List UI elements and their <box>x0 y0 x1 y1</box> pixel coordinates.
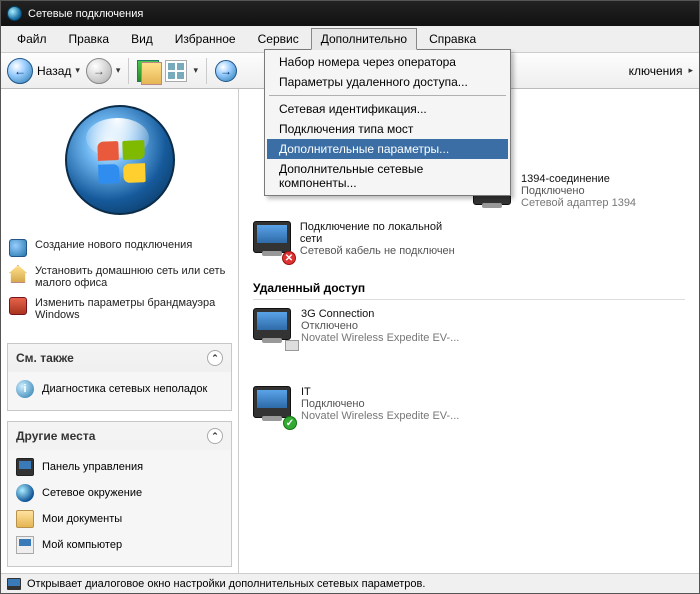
place-my-documents[interactable]: Мои документы <box>14 506 225 532</box>
menu-file[interactable]: Файл <box>7 28 57 50</box>
error-badge-icon: ✕ <box>282 251 296 265</box>
task-label: Изменить параметры брандмауэра Windows <box>35 297 230 321</box>
forward-icon: → <box>86 58 112 84</box>
task-label: Создание нового подключения <box>35 239 192 251</box>
connection-device: Сетевой адаптер 1394 <box>521 197 636 209</box>
connection-status: Подключено <box>301 398 459 410</box>
toolbar-separator <box>206 58 207 84</box>
place-my-computer[interactable]: Мой компьютер <box>14 532 225 558</box>
section-remote-access: Удаленный доступ <box>253 281 685 300</box>
window-title: Сетевые подключения <box>28 8 143 20</box>
menu-service[interactable]: Сервис <box>248 28 309 50</box>
connection-status: Отключено <box>301 320 459 332</box>
dd-advanced-params[interactable]: Дополнительные параметры... <box>267 139 508 159</box>
connection-icon <box>253 308 291 340</box>
connection-lan[interactable]: ✕ Подключение по локальной сети Сетевой … <box>253 221 463 261</box>
task-firewall-settings[interactable]: Изменить параметры брандмауэра Windows <box>7 293 232 325</box>
folder-icon <box>16 510 34 528</box>
dd-extra-net-components[interactable]: Дополнительные сетевые компоненты... <box>267 159 508 193</box>
back-button[interactable]: ← Назад ▾ <box>7 58 80 84</box>
toolbar-separator <box>128 58 129 84</box>
link-label: Мои документы <box>42 513 122 525</box>
connection-it[interactable]: ✓ IT Подключено Novatel Wireless Expedit… <box>253 386 463 426</box>
back-icon: ← <box>7 58 33 84</box>
statusbar-text: Открывает диалоговое окно настройки допо… <box>27 578 425 590</box>
connection-name: Подключение по локальной сети <box>300 221 463 245</box>
dd-bridge-conns[interactable]: Подключения типа мост <box>267 119 508 139</box>
forward-button[interactable]: → ▾ <box>86 58 121 84</box>
hero-logo <box>7 95 232 229</box>
connected-badge-icon: ✓ <box>283 416 297 430</box>
place-control-panel[interactable]: Панель управления <box>14 454 225 480</box>
go-icon[interactable]: → <box>215 60 237 82</box>
window-titlebar: Сетевые подключения <box>1 1 699 26</box>
back-label: Назад <box>37 64 71 78</box>
panel-see-also: См. также ⌃ i Диагностика сетевых непола… <box>7 343 232 411</box>
task-new-connection[interactable]: Создание нового подключения <box>7 235 232 261</box>
network-icon <box>7 6 22 21</box>
new-connection-icon <box>9 239 27 257</box>
connection-name: IT <box>301 386 459 398</box>
firewall-icon <box>9 297 27 315</box>
panel-title: См. также <box>16 351 74 365</box>
chevron-down-icon: ▾ <box>116 65 121 76</box>
computer-icon <box>16 536 34 554</box>
control-panel-icon <box>16 458 34 476</box>
task-label: Установить домашнюю сеть или сеть малого… <box>35 265 230 289</box>
menu-view[interactable]: Вид <box>121 28 163 50</box>
network-neighborhood-icon <box>16 484 34 502</box>
statusbar-icon <box>7 578 21 590</box>
link-label: Панель управления <box>42 461 143 473</box>
connection-status: Подключено <box>521 185 636 197</box>
chevron-down-icon: ▾ <box>75 65 80 76</box>
dd-operator-dial[interactable]: Набор номера через оператора <box>267 52 508 72</box>
dd-network-id[interactable]: Сетевая идентификация... <box>267 99 508 119</box>
connection-name: 3G Connection <box>301 308 459 320</box>
link-label: Диагностика сетевых неполадок <box>42 383 207 395</box>
connection-device: Novatel Wireless Expedite EV-... <box>301 332 459 344</box>
info-icon: i <box>16 380 34 398</box>
link-label: Сетевое окружение <box>42 487 142 499</box>
menu-edit[interactable]: Правка <box>59 28 120 50</box>
windows-orb-icon <box>65 105 175 215</box>
menu-favorites[interactable]: Избранное <box>165 28 246 50</box>
place-network-neighborhood[interactable]: Сетевое окружение <box>14 480 225 506</box>
menu-help[interactable]: Справка <box>419 28 486 50</box>
link-label: Мой компьютер <box>42 539 122 551</box>
panel-header[interactable]: Другие места ⌃ <box>8 422 231 450</box>
chevron-down-icon: ▾ <box>193 65 198 76</box>
modem-subicon <box>285 340 299 351</box>
menubar: Файл Правка Вид Избранное Сервис Дополни… <box>1 26 699 53</box>
dd-remote-access-params[interactable]: Параметры удаленного доступа... <box>267 72 508 92</box>
panel-other-places: Другие места ⌃ Панель управления Сетевое… <box>7 421 232 567</box>
dd-separator <box>269 95 506 96</box>
connection-icon <box>253 386 291 418</box>
connection-device: Novatel Wireless Expedite EV-... <box>301 410 459 422</box>
task-setup-home-network[interactable]: Установить домашнюю сеть или сеть малого… <box>7 261 232 293</box>
statusbar: Открывает диалоговое окно настройки допо… <box>1 573 699 593</box>
connection-icon <box>253 221 291 253</box>
see-also-diagnostics[interactable]: i Диагностика сетевых неполадок <box>14 376 225 402</box>
views-icon[interactable] <box>165 60 187 82</box>
connection-3g[interactable]: 3G Connection Отключено Novatel Wireless… <box>253 308 463 348</box>
network-tasks: Создание нового подключения Установить д… <box>7 235 232 325</box>
menu-extra[interactable]: Дополнительно <box>311 28 417 50</box>
sidebar: Создание нового подключения Установить д… <box>1 89 239 575</box>
menu-extra-dropdown: Набор номера через оператора Параметры у… <box>264 49 511 196</box>
panel-header[interactable]: См. также ⌃ <box>8 344 231 372</box>
connection-status: Сетевой кабель не подключен <box>300 245 463 257</box>
panel-title: Другие места <box>16 429 95 443</box>
chevron-right-icon: ▸ <box>688 65 693 76</box>
folders-icon[interactable] <box>137 60 159 82</box>
collapse-icon[interactable]: ⌃ <box>207 428 223 444</box>
home-network-icon <box>9 265 27 283</box>
address-tail: ключения <box>629 64 683 78</box>
collapse-icon[interactable]: ⌃ <box>207 350 223 366</box>
connection-name: 1394-соединение <box>521 173 636 185</box>
